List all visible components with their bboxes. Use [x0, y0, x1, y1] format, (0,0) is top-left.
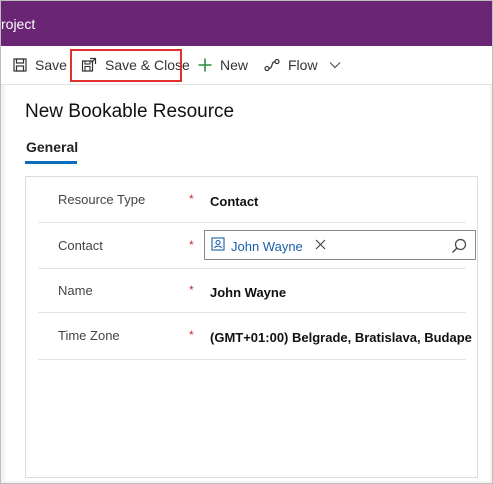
field-row-time-zone: Time Zone * (GMT+01:00) Belgrade, Bratis… — [38, 313, 472, 360]
field-row-contact: Contact * John Wayne — [38, 223, 476, 269]
general-section: Resource Type * Contact Contact * John W… — [25, 176, 478, 478]
contact-card-icon — [211, 236, 225, 256]
contact-label: Contact — [58, 238, 103, 253]
app-window: roject Save Save & Close New Flow New Bo… — [0, 0, 493, 484]
tab-general-indicator — [25, 161, 77, 164]
required-marker: * — [189, 238, 194, 252]
new-button[interactable]: New — [198, 46, 248, 84]
title-bar: roject — [1, 1, 492, 46]
save-icon — [13, 58, 27, 72]
tab-general[interactable]: General — [26, 139, 78, 155]
page-title: New Bookable Resource — [25, 101, 235, 122]
resource-type-label: Resource Type — [58, 192, 146, 207]
required-marker: * — [189, 328, 194, 342]
app-title: roject — [1, 16, 36, 32]
required-marker: * — [189, 283, 194, 297]
contact-lookup-field[interactable]: John Wayne — [204, 230, 476, 260]
search-icon[interactable] — [451, 238, 467, 259]
time-zone-value[interactable]: (GMT+01:00) Belgrade, Bratislava, Budape… — [210, 330, 472, 345]
field-row-name: Name * John Wayne — [38, 269, 466, 313]
plus-icon — [198, 58, 212, 72]
flow-label: Flow — [288, 57, 318, 73]
save-button[interactable]: Save — [13, 46, 67, 84]
save-and-close-highlight — [70, 49, 182, 82]
name-label: Name — [58, 283, 93, 298]
required-marker: * — [189, 192, 194, 206]
form-panel: New Bookable Resource General Resource T… — [5, 85, 490, 481]
field-row-resource-type: Resource Type * Contact — [38, 177, 466, 223]
close-icon[interactable] — [315, 237, 326, 255]
chevron-down-icon[interactable] — [329, 61, 341, 69]
save-label: Save — [35, 57, 67, 73]
flow-button[interactable]: Flow — [264, 46, 341, 84]
new-label: New — [220, 57, 249, 73]
resource-type-value[interactable]: Contact — [210, 194, 472, 209]
name-value[interactable]: John Wayne — [210, 285, 472, 300]
contact-lookup-value[interactable]: John Wayne — [231, 239, 303, 254]
time-zone-label: Time Zone — [58, 328, 120, 343]
contact-lookup-chip[interactable]: John Wayne — [211, 236, 326, 256]
flow-icon — [264, 58, 280, 72]
page-background: New Bookable Resource General Resource T… — [1, 85, 492, 483]
